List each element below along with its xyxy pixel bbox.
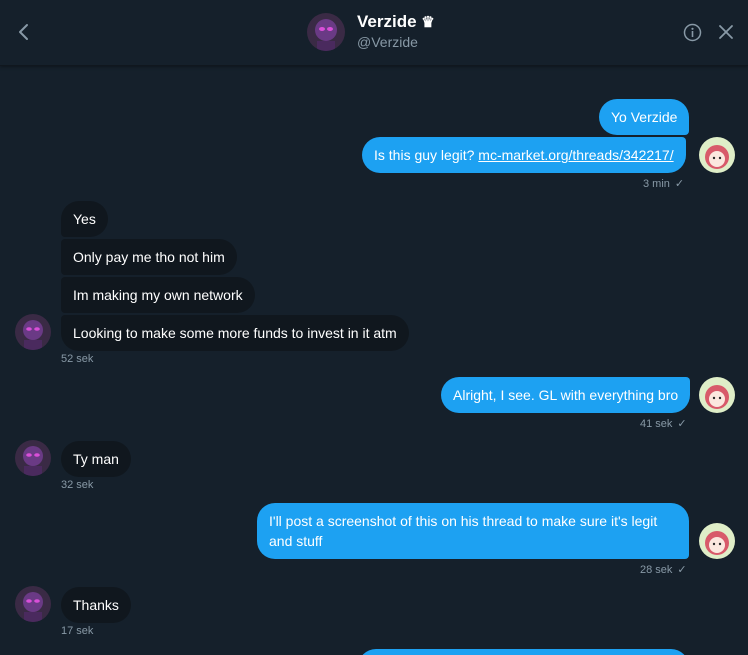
villain-avatar-icon bbox=[15, 314, 51, 350]
villain-avatar-icon bbox=[15, 586, 51, 622]
anime-girl-avatar-icon bbox=[699, 377, 735, 413]
contact-avatar[interactable] bbox=[307, 13, 345, 51]
message-timestamp: 28 sek bbox=[640, 564, 673, 576]
own-avatar[interactable] bbox=[699, 377, 735, 413]
message-text: Only pay me tho not him bbox=[73, 249, 225, 265]
read-check-icon: ✓ bbox=[677, 418, 687, 430]
own-avatar[interactable] bbox=[699, 137, 735, 173]
crown-icon: ♛ bbox=[421, 14, 435, 31]
message-meta: 3 min ✓ bbox=[643, 177, 684, 190]
message-bubble-outgoing[interactable]: Yo Verzide bbox=[599, 99, 690, 135]
close-icon bbox=[719, 25, 733, 39]
message-text: Yo Verzide bbox=[611, 109, 678, 125]
message-bubble-incoming[interactable]: Looking to make some more funds to inves… bbox=[61, 315, 409, 351]
message-timestamp: 17 sek bbox=[61, 625, 94, 637]
contact-name-text: Verzide bbox=[357, 12, 417, 31]
own-avatar[interactable] bbox=[699, 523, 735, 559]
message-text: Is this guy legit? bbox=[374, 147, 479, 163]
contact-name[interactable]: Verzide ♛ bbox=[357, 12, 435, 32]
message-text: Alright, I see. GL with everything bro bbox=[453, 387, 679, 403]
message-bubble-incoming[interactable]: Ty man bbox=[61, 441, 131, 477]
info-icon bbox=[683, 23, 702, 42]
message-meta: 28 sek ✓ bbox=[640, 563, 687, 576]
read-check-icon: ✓ bbox=[674, 178, 685, 190]
message-text-line: and stuff bbox=[269, 533, 323, 549]
message-bubble-incoming[interactable]: Thanks bbox=[61, 587, 131, 623]
message-text: Thanks bbox=[73, 597, 119, 613]
contact-message-avatar[interactable] bbox=[15, 314, 51, 350]
message-bubble-outgoing[interactable]: Alright, I see. GL with everything bro bbox=[441, 377, 691, 413]
message-timestamp: 3 min bbox=[643, 178, 670, 190]
info-button[interactable] bbox=[683, 23, 702, 42]
anime-girl-avatar-icon bbox=[699, 523, 735, 559]
message-meta: 32 sek bbox=[61, 479, 93, 491]
conversation-header: Verzide ♛ @Verzide bbox=[0, 0, 748, 66]
message-text: Ty man bbox=[73, 451, 119, 467]
message-timestamp: 41 sek bbox=[640, 418, 673, 430]
message-timestamp: 52 sek bbox=[61, 353, 94, 365]
message-meta: 52 sek bbox=[61, 353, 93, 365]
chevron-left-icon bbox=[19, 24, 28, 40]
message-bubble-incoming[interactable]: Only pay me tho not him bbox=[61, 239, 237, 275]
contact-message-avatar[interactable] bbox=[15, 440, 51, 476]
close-button[interactable] bbox=[717, 23, 735, 41]
message-bubble-outgoing[interactable]: Is this guy legit? mc-market.org/threads… bbox=[362, 137, 686, 173]
villain-avatar-icon bbox=[15, 440, 51, 476]
anime-girl-avatar-icon bbox=[699, 137, 735, 173]
read-check-icon: ✓ bbox=[677, 564, 687, 576]
message-bubble-outgoing[interactable]: I'll post a screenshot of this on his th… bbox=[257, 503, 689, 559]
contact-handle: @Verzide bbox=[357, 34, 418, 50]
back-button[interactable] bbox=[14, 20, 34, 44]
message-link[interactable]: mc-market.org/threads/342217/ bbox=[478, 147, 673, 163]
message-timestamp: 32 sek bbox=[61, 479, 94, 491]
message-text: Im making my own network bbox=[73, 287, 243, 303]
message-text-line: I'll post a screenshot of this on his th… bbox=[269, 513, 658, 529]
message-bubble-incoming[interactable]: Yes bbox=[61, 201, 108, 237]
message-text: Yes bbox=[73, 211, 96, 227]
message-bubble-outgoing-partial[interactable] bbox=[358, 649, 689, 655]
message-text: Looking to make some more funds to inves… bbox=[73, 325, 397, 341]
message-meta: 17 sek bbox=[61, 625, 93, 637]
contact-message-avatar[interactable] bbox=[15, 586, 51, 622]
message-meta: 41 sek ✓ bbox=[640, 417, 687, 430]
villain-avatar-icon bbox=[307, 13, 345, 51]
message-bubble-incoming[interactable]: Im making my own network bbox=[61, 277, 255, 313]
